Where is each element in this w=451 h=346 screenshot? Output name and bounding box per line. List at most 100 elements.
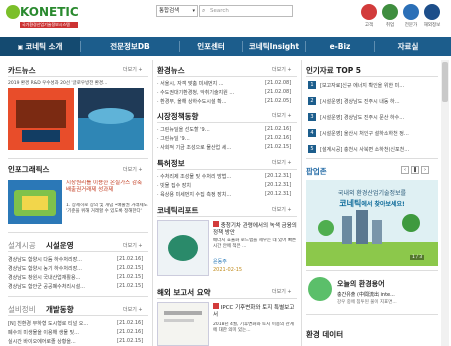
patent-more-link[interactable]: 더보기 + xyxy=(272,159,292,166)
cardnews-title: 카드뉴스 xyxy=(8,66,36,75)
list-item[interactable]: · 그린뉴딜 '9… xyxy=(157,135,259,142)
list-item[interactable]: · 수처리제 조성물 및 수처리 방법… xyxy=(157,173,259,180)
top5-item[interactable]: [시설운영] 울산시 처인구 설하소하천 정… xyxy=(320,130,438,137)
infographic-more-link[interactable]: 더보기 + xyxy=(123,166,143,173)
quick-label-job: 취업 xyxy=(385,23,395,28)
market-policy-title: 시장정책동향 xyxy=(157,112,199,121)
list-item-date: [21.02.15] xyxy=(117,283,144,289)
expert-icon[interactable] xyxy=(403,4,419,20)
overseas-thumbnail[interactable] xyxy=(157,302,209,346)
market-policy-more-link[interactable]: 더보기 + xyxy=(272,112,292,119)
tab-development[interactable]: 개발동향 xyxy=(46,304,74,315)
report-headline[interactable]: 충청기차 관령에서의 녹색 금융의 정책 방안 xyxy=(213,221,297,235)
quick-label-customer: 고객 xyxy=(364,23,374,28)
scrollbar-track[interactable] xyxy=(441,60,449,346)
list-item[interactable]: [N] 친환경 부하형 도시형로 티널 오... xyxy=(8,320,108,327)
top5-item[interactable]: [시설운영] 경상남도 진주시 내동 하… xyxy=(320,98,438,105)
env-news-more-link[interactable]: 더보기 + xyxy=(272,66,292,73)
nav-item-intro[interactable]: ▣ 코네틱 소개 xyxy=(0,37,80,56)
search-input[interactable]: ⌕ Search xyxy=(199,5,293,17)
rank-badge: 2 xyxy=(308,97,316,105)
tab-design[interactable]: 설계시공 xyxy=(8,240,36,251)
cardnews-more-link[interactable]: 더보기 + xyxy=(123,66,143,73)
tab-equipment[interactable]: 설비정비 xyxy=(8,304,36,315)
facility-more-link[interactable]: 더보기 + xyxy=(123,242,143,249)
report-headline-text: 충청기차 관령에서의 녹색 금융의 정책 방안 xyxy=(213,223,297,235)
popup-pager: 1 / 3 xyxy=(410,255,425,260)
development-more-link[interactable]: 더보기 + xyxy=(123,306,143,313)
divider xyxy=(8,232,148,233)
list-item[interactable]: 폐수의 미생물을 이용해 생물 및... xyxy=(8,329,108,336)
report-author: 윤동주 xyxy=(213,259,227,265)
logo-subtitle: 국가환경산업기술정보시스템 xyxy=(20,22,78,28)
search-scope-select[interactable]: 통합검색 ▾ xyxy=(156,5,198,17)
new-badge-icon xyxy=(213,221,219,227)
infographic-title: 인포그래픽스 xyxy=(8,165,50,174)
rank-badge: 4 xyxy=(308,129,316,137)
list-item[interactable]: 경상남도 함양시 농기 하수처리장... xyxy=(8,265,108,272)
list-item[interactable]: · 빗물 집수 장치 xyxy=(157,182,259,189)
nav-item-archive[interactable]: 자료실 xyxy=(375,37,441,56)
search-placeholder: Search xyxy=(210,8,229,14)
overseas-more-link[interactable]: 더보기 + xyxy=(272,288,292,295)
list-item[interactable]: · 육상용 미세먼지 수집 측정 장치… xyxy=(157,191,259,198)
divider xyxy=(157,76,297,77)
report-thumbnail[interactable] xyxy=(157,220,209,276)
next-icon[interactable]: › xyxy=(421,166,429,174)
top5-item[interactable]: [보고자료]신규 에너지 확인을 위한 미… xyxy=(320,82,438,89)
list-item[interactable]: 실시간 바이오에어로졸 상황을... xyxy=(8,338,108,345)
scrollbar-thumb[interactable] xyxy=(442,62,448,102)
divider xyxy=(8,76,148,77)
overseas-headline[interactable]: IPCC 기후변화와 토지 특별보고서 xyxy=(213,303,297,317)
report-more-link[interactable]: 더보기 + xyxy=(272,206,292,213)
cardnews-thumbnail-1[interactable] xyxy=(8,88,74,150)
cardnews-thumbnail-2[interactable] xyxy=(78,88,144,150)
list-item[interactable]: · 그린뉴딜을 선도할 '9… xyxy=(157,126,259,133)
nav-item-infocenter[interactable]: 인포센터 xyxy=(180,37,242,56)
nav-item-ebiz[interactable]: e-Biz xyxy=(306,37,374,56)
rank-badge: 3 xyxy=(308,113,316,121)
search-icon[interactable]: ⌕ xyxy=(202,6,205,16)
pause-icon[interactable]: ❚ xyxy=(411,166,419,174)
list-item[interactable]: · 사회적 기금 조성으로 물산업 세… xyxy=(157,144,259,151)
divider xyxy=(157,216,297,217)
list-item-date: [20.12.31] xyxy=(265,173,292,179)
popup-banner[interactable]: 국내외 환경산업기술정보를 코네틱에서 찾아보세요! 1 / 3 xyxy=(306,180,438,266)
list-item[interactable]: · 수도권대기환경청, 악취기술지원 ... xyxy=(157,89,259,96)
top5-item[interactable]: [시설운영] 경상남도 진주시 문산 하수… xyxy=(320,114,438,121)
list-item[interactable]: · 환경부, 올해 상하수도시설 확... xyxy=(157,98,259,105)
job-icon[interactable] xyxy=(382,4,398,20)
konetic-logo[interactable]: KONETIC 국가환경산업기술정보시스템 xyxy=(6,3,79,33)
infographic-headline[interactable]: 시장원리를 이용한 온실가스 감축 배출권거래제 성과제 xyxy=(66,180,148,202)
customer-icon[interactable] xyxy=(361,4,377,20)
today-term[interactable]: 충간유출 (中間流出 inte... xyxy=(337,291,437,298)
prev-icon[interactable]: ‹ xyxy=(401,166,409,174)
overseas-icon[interactable] xyxy=(424,4,440,20)
popup-brand-line: 코네틱에서 찾아보세요! xyxy=(306,198,438,209)
chevron-down-icon: ▾ xyxy=(192,8,195,14)
building-icon xyxy=(372,220,382,244)
divider xyxy=(157,298,297,299)
infographic-thumbnail[interactable] xyxy=(8,180,62,224)
popup-brand: 코네틱 xyxy=(339,199,362,208)
list-item[interactable]: 경상남도 함안군 공공폐수처리시설... xyxy=(8,283,108,290)
divider xyxy=(8,251,148,252)
report-date: 2021-02-15 xyxy=(213,267,243,273)
report-body: 배너지 효율화 로드맵을 세우는 데 있어 빠른 시간 안에 적은 ... xyxy=(213,238,297,249)
nav-item-insight[interactable]: 코네틱Insight xyxy=(243,37,305,56)
list-item[interactable]: · 서울시, 자객 맞춤 미세먼지 ... xyxy=(157,80,259,87)
divider xyxy=(306,76,438,77)
list-item[interactable]: 경상남도 함양시 다듬 하수처리장... xyxy=(8,256,108,263)
tab-operation[interactable]: 시설운영 xyxy=(46,240,74,251)
quick-label-overseas: 해외정보 xyxy=(423,23,441,28)
list-item-date: [21.02.16] xyxy=(117,329,144,335)
top5-item[interactable]: [설계시공] 충천시 사북면 소하천(신포천… xyxy=(320,146,438,153)
rank-badge: 5 xyxy=(308,145,316,153)
divider xyxy=(157,122,297,123)
list-item[interactable]: 경상남도 창원시 국내산업재활용... xyxy=(8,274,108,281)
nav-item-db[interactable]: 전문정보DB xyxy=(81,37,179,56)
env-news-title: 환경뉴스 xyxy=(157,66,185,75)
column-divider xyxy=(152,60,153,346)
popup-line1: 국내외 환경산업기술정보를 xyxy=(337,190,407,197)
list-item-date: [20.12.31] xyxy=(265,191,292,197)
